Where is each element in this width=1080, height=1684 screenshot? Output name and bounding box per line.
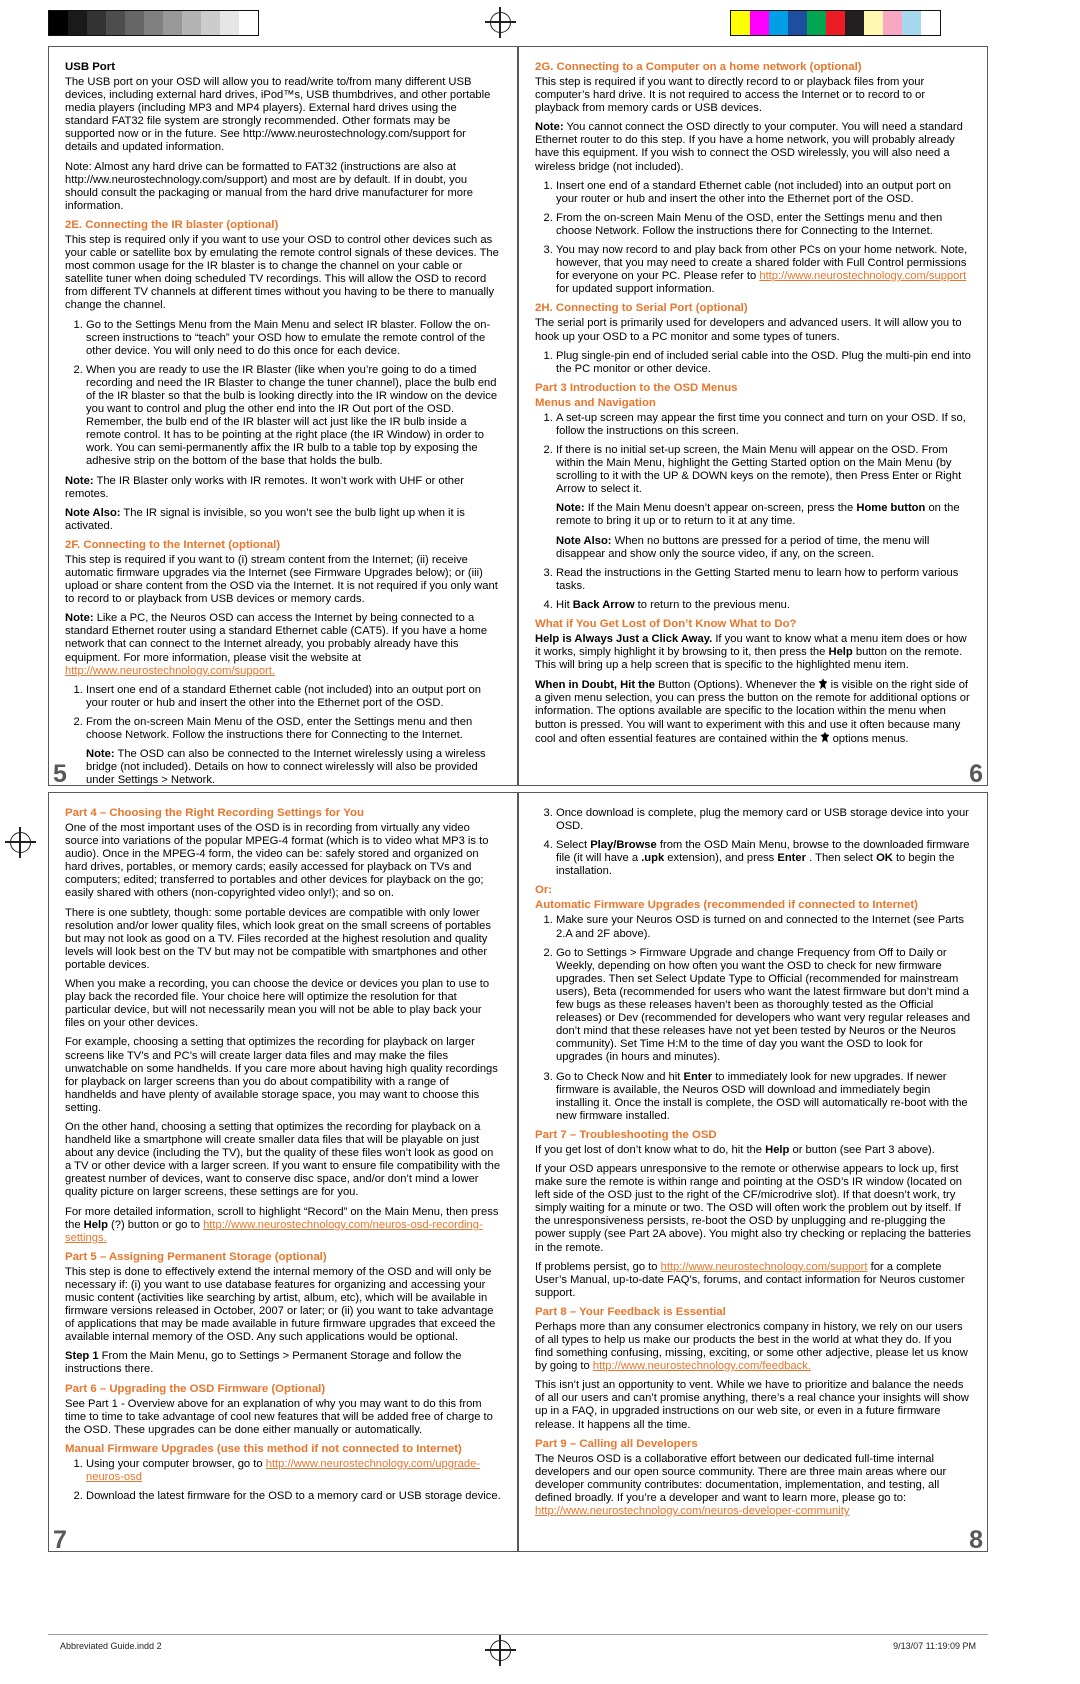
page-number-6: 6: [969, 760, 983, 788]
part4-para-1: One of the most important uses of the OS…: [65, 822, 489, 900]
part4-para-6: For more detailed information, scroll to…: [65, 1205, 499, 1244]
list-item-text: If there is no initial set-up screen, th…: [556, 443, 962, 496]
section-2h-list: Plug single-pin end of included serial c…: [535, 350, 971, 376]
part5-para-2: Step 1 From the Main Menu, go to Setting…: [65, 1350, 462, 1376]
section-2f-subnote-1: Note: The OSD can also be connected to t…: [86, 748, 486, 787]
menus-navigation-list: A set-up screen may appear the first tim…: [535, 412, 971, 612]
manual-firmware-list: Using your computer browser, go to http:…: [65, 1458, 501, 1503]
list-item: From the on-screen Main Menu of the OSD,…: [556, 212, 971, 238]
footer-filename: Abbreviated Guide.indd 2: [60, 1640, 162, 1651]
part4-para-5: On the other hand, choosing a setting th…: [65, 1120, 501, 1199]
part8-para-1: Perhaps more than any consumer electroni…: [535, 1320, 968, 1373]
page-7: Part 4 – Choosing the Right Recording Se…: [48, 792, 518, 1554]
label-or: Or:: [535, 884, 553, 897]
spread-bottom: Part 4 – Choosing the Right Recording Se…: [48, 792, 988, 1554]
section-2e-note-2: Note Also: The IR signal is invisible, s…: [65, 506, 465, 532]
part5-para-1: This step is done to effectively extend …: [65, 1265, 496, 1344]
page-5: USB Port The USB port on your OSD will a…: [48, 46, 518, 832]
section-2g-para-1: This step is required if you want to dir…: [535, 76, 926, 115]
list-item: Once download is complete, plug the memo…: [556, 807, 971, 833]
grayscale-colorbar: [48, 10, 259, 36]
menus-inner-note-2: Note Also: When no buttons are pressed f…: [556, 534, 930, 560]
list-item: Read the instructions in the Getting Sta…: [556, 567, 971, 593]
heading-2f: 2F. Connecting to the Internet (optional…: [65, 538, 281, 551]
menus-inner-note-1: Note: If the Main Menu doesn’t appear on…: [556, 502, 960, 528]
spread-top: USB Port The USB port on your OSD will a…: [48, 46, 988, 832]
heading-what-if-lost: What if You Get Lost of Don’t Know What …: [535, 618, 797, 630]
usb-port-para-1: The USB port on your OSD will allow you …: [65, 76, 491, 154]
registration-mark-top: [485, 7, 516, 38]
part6-para-1: See Part 1 - Overview above for an expla…: [65, 1397, 493, 1436]
section-2g-list: Insert one end of a standard Ethernet ca…: [535, 180, 971, 297]
section-2e-intro: This step is required only if you want t…: [65, 233, 499, 312]
list-item: A set-up screen may appear the first tim…: [556, 412, 971, 438]
help-para-2: When in Doubt, Hit the Button (Options).…: [535, 678, 970, 745]
list-item: From the on-screen Main Menu of the OSD,…: [86, 716, 501, 742]
heading-part6: Part 6 – Upgrading the OSD Firmware (Opt…: [65, 1382, 326, 1395]
heading-menus-navigation: Menus and Navigation: [535, 396, 656, 409]
section-2h-para-1: The serial port is primarily used for de…: [535, 317, 962, 343]
heading-part4: Part 4 – Choosing the Right Recording Se…: [65, 807, 364, 819]
part7-para-2: If your OSD appears unresponsive to the …: [535, 1162, 971, 1254]
color-colorbar: [730, 10, 941, 36]
page-number-7: 7: [53, 1526, 67, 1554]
part4-para-3: When you make a recording, you can choos…: [65, 978, 490, 1030]
section-2f-para-1: This step is required if you want to (i)…: [65, 553, 498, 606]
help-para-1: Help is Always Just a Click Away. If you…: [535, 633, 967, 672]
list-item: Hit Back Arrow to return to the previous…: [556, 599, 971, 612]
list-item: Using your computer browser, go to http:…: [86, 1458, 501, 1484]
heading-part3: Part 3 Introduction to the OSD Menus: [535, 381, 738, 394]
footer-timestamp: 9/13/07 11:19:09 PM: [893, 1640, 976, 1651]
list-item: Select Play/Browse from the OSD Main Men…: [556, 839, 971, 878]
firmware-continued-list: Once download is complete, plug the memo…: [535, 807, 971, 878]
list-item: Make sure your Neuros OSD is turned on a…: [556, 914, 971, 940]
heading-2h: 2H. Connecting to Serial Port (optional): [535, 302, 748, 315]
page-sheet: USB Port The USB port on your OSD will a…: [48, 46, 988, 1606]
list-item: Go to the Settings Menu from the Main Me…: [86, 319, 501, 358]
heading-automatic-firmware: Automatic Firmware Upgrades (recommended…: [535, 899, 918, 912]
heading-2e: 2E. Connecting the IR blaster (optional): [65, 218, 279, 231]
heading-usb-port: USB Port: [65, 61, 115, 73]
part9-para-1: The Neuros OSD is a collaborative effort…: [535, 1452, 947, 1518]
page-number-8: 8: [969, 1526, 983, 1554]
list-item: Plug single-pin end of included serial c…: [556, 350, 971, 376]
part8-para-2: This isn’t just an opportunity to vent. …: [535, 1379, 969, 1431]
heading-part8: Part 8 – Your Feedback is Essential: [535, 1305, 726, 1318]
section-2e-note-1: Note: The IR Blaster only works with IR …: [65, 474, 464, 500]
page-8: Once download is complete, plug the memo…: [518, 792, 988, 1554]
heading-manual-firmware: Manual Firmware Upgrades (use this metho…: [65, 1442, 462, 1455]
usb-port-para-2: Note: Almost any hard drive can be forma…: [65, 160, 473, 212]
section-2e-list: Go to the Settings Menu from the Main Me…: [65, 319, 501, 469]
section-2f-para-2: Note: Like a PC, the Neuros OSD can acce…: [65, 612, 488, 677]
part7-para-1: If you get lost of don’t know what to do…: [535, 1143, 935, 1156]
print-calibration-bars: [0, 7, 1080, 38]
section-2g-para-2: Note: You cannot connect the OSD directl…: [535, 121, 963, 173]
list-item: Insert one end of a standard Ethernet ca…: [86, 684, 501, 710]
heading-part7: Part 7 – Troubleshooting the OSD: [535, 1128, 717, 1141]
part7-para-3: If problems persist, go to http://www.ne…: [535, 1260, 965, 1299]
list-item: Go to Settings > Firmware Upgrade and ch…: [556, 947, 971, 1065]
page-number-5: 5: [53, 760, 67, 788]
list-item: Download the latest firmware for the OSD…: [86, 1490, 501, 1503]
list-item: When you are ready to use the IR Blaster…: [86, 364, 501, 469]
heading-2g: 2G. Connecting to a Computer on a home n…: [535, 61, 862, 73]
registration-mark-left: [5, 827, 36, 858]
heading-part9: Part 9 – Calling all Developers: [535, 1437, 698, 1450]
list-item: You may now record to and play back from…: [556, 244, 971, 296]
automatic-firmware-list: Make sure your Neuros OSD is turned on a…: [535, 914, 971, 1122]
print-footer: Abbreviated Guide.indd 2 9/13/07 11:19:0…: [48, 1634, 988, 1656]
section-2f-list: Insert one end of a standard Ethernet ca…: [65, 684, 501, 742]
list-item: If there is no initial set-up screen, th…: [556, 444, 971, 561]
list-item: Go to Check Now and hit Enter to immedia…: [556, 1071, 971, 1123]
part4-para-4: For example, choosing a setting that opt…: [65, 1036, 498, 1114]
page-6: 2G. Connecting to a Computer on a home n…: [518, 46, 988, 788]
heading-part5: Part 5 – Assigning Permanent Storage (op…: [65, 1250, 327, 1263]
list-item: Insert one end of a standard Ethernet ca…: [556, 180, 971, 206]
part4-para-2: There is one subtlety, though: some port…: [65, 906, 491, 971]
document-page: USB Port The USB port on your OSD will a…: [0, 0, 1080, 1684]
